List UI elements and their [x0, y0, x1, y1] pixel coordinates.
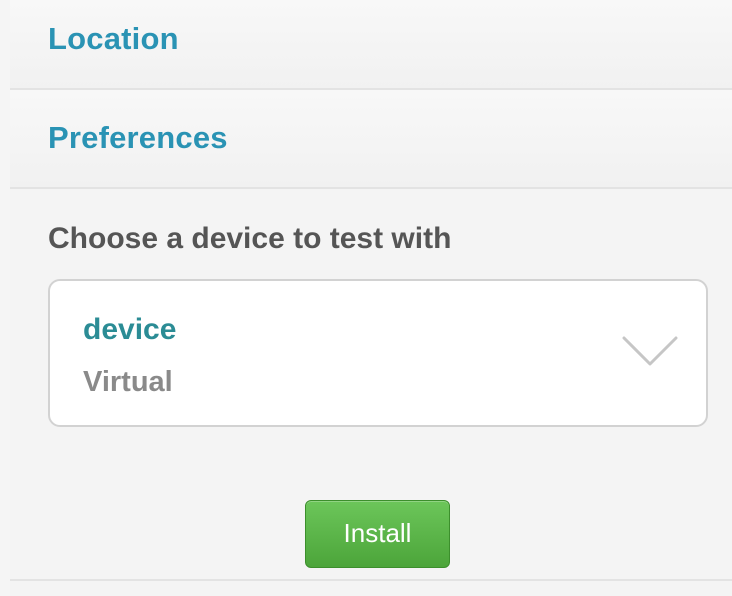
bottom-divider: [10, 579, 732, 581]
selected-device-name: device: [83, 313, 177, 346]
preferences-section-title[interactable]: Preferences: [48, 120, 228, 156]
device-select[interactable]: device Virtual: [48, 279, 708, 427]
install-button[interactable]: Install: [305, 500, 450, 568]
selected-device-type: Virtual: [83, 366, 173, 398]
location-section[interactable]: Location: [10, 0, 732, 90]
device-chooser-label: Choose a device to test with: [48, 222, 452, 255]
chevron-down-icon: [622, 336, 678, 366]
location-section-title[interactable]: Location: [48, 21, 179, 57]
